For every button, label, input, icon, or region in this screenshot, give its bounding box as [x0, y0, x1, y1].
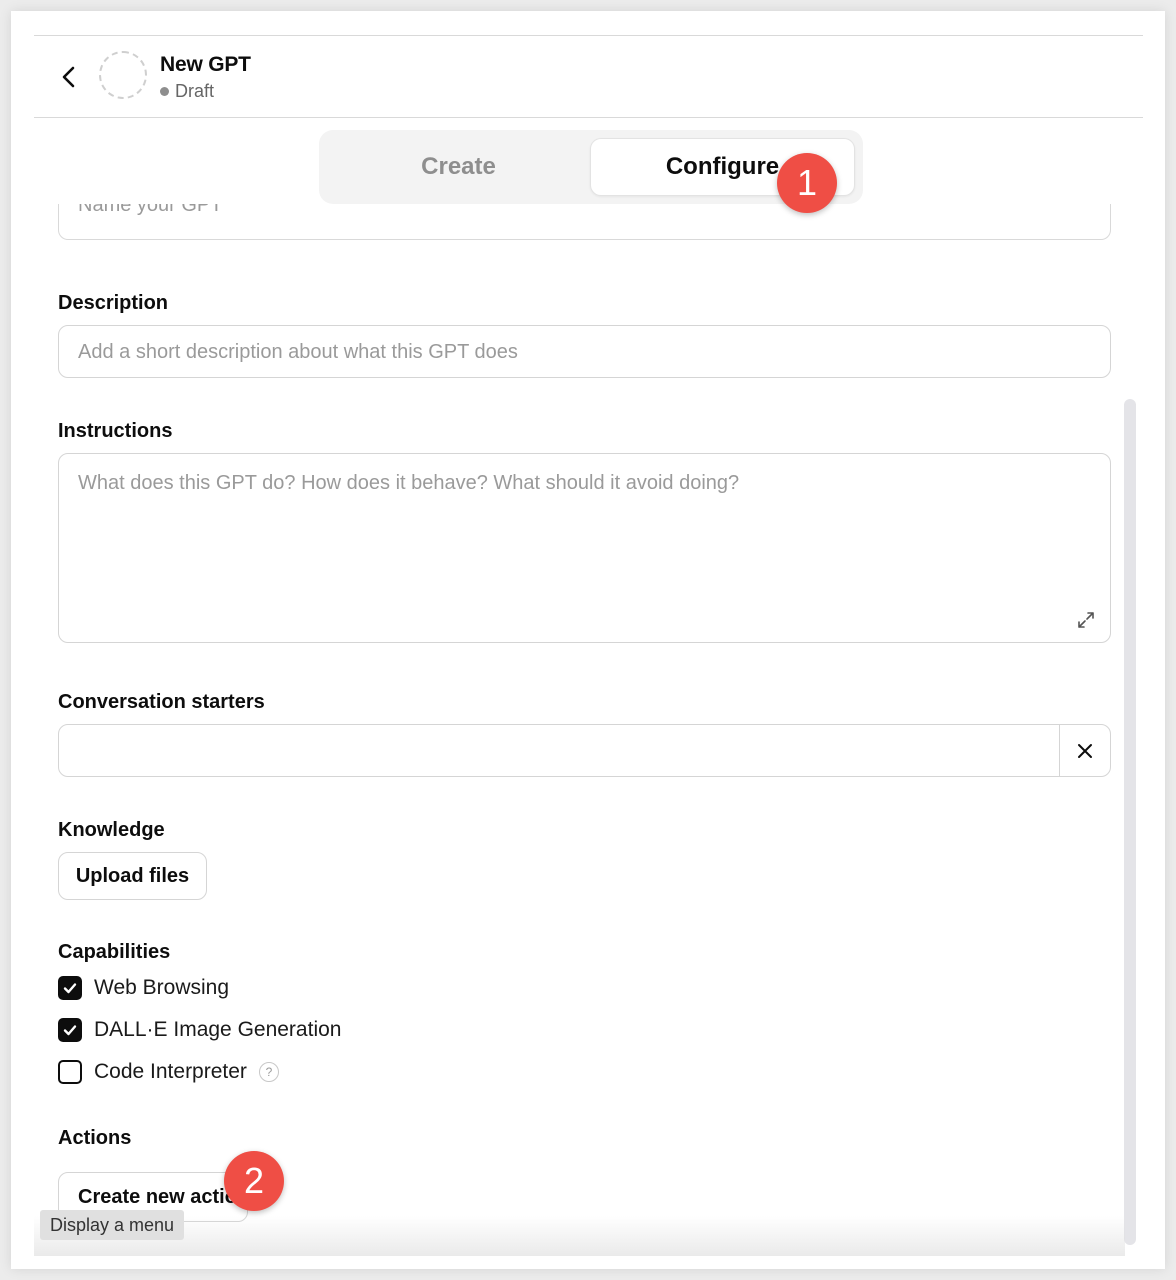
conversation-starters-label: Conversation starters — [58, 691, 265, 713]
tab-create[interactable]: Create — [327, 138, 590, 196]
gpt-avatar-placeholder[interactable] — [99, 51, 147, 99]
conversation-starter-input[interactable] — [58, 724, 1111, 777]
name-input[interactable]: Name your GPT — [58, 204, 1111, 240]
gpt-title: New GPT — [160, 53, 251, 76]
annotation-badge-2: 2 — [224, 1151, 284, 1211]
instructions-textarea[interactable]: What does this GPT do? How does it behav… — [58, 453, 1111, 643]
code-interpreter-label: Code Interpreter — [94, 1060, 247, 1083]
expand-icon[interactable] — [1076, 610, 1096, 630]
capability-dalle: DALL·E Image Generation — [58, 1018, 341, 1042]
chevron-left-icon — [62, 66, 75, 88]
checkmark-icon — [63, 1025, 77, 1036]
capabilities-label: Capabilities — [58, 941, 171, 963]
capability-code-interpreter: Code Interpreter ? — [58, 1060, 279, 1084]
web-browsing-label: Web Browsing — [94, 976, 230, 999]
remove-starter-button[interactable] — [1059, 725, 1110, 776]
gpt-status: Draft — [160, 81, 214, 102]
web-browsing-checkbox[interactable] — [58, 976, 82, 1000]
name-placeholder: Name your GPT — [78, 204, 223, 216]
bottom-fade — [34, 1216, 1125, 1256]
code-interpreter-checkbox[interactable] — [58, 1060, 82, 1084]
header: New GPT Draft — [34, 36, 1143, 118]
knowledge-label: Knowledge — [58, 819, 165, 841]
scrollbar[interactable] — [1124, 399, 1136, 1245]
annotation-badge-1: 1 — [777, 153, 837, 213]
dalle-label: DALL·E Image Generation — [94, 1018, 342, 1041]
instructions-placeholder: What does this GPT do? How does it behav… — [78, 472, 740, 494]
capability-web-browsing: Web Browsing — [58, 976, 229, 1000]
tooltip: Display a menu — [40, 1210, 185, 1240]
help-icon[interactable]: ? — [258, 1062, 279, 1082]
instructions-label: Instructions — [58, 420, 173, 442]
description-input[interactable]: Add a short description about what this … — [58, 325, 1111, 378]
status-label: Draft — [175, 81, 215, 101]
status-dot-icon — [160, 87, 169, 96]
actions-label: Actions — [58, 1127, 132, 1149]
description-placeholder: Add a short description about what this … — [78, 341, 518, 363]
gpt-editor-window: New GPT Draft Create Configure 1 Name yo… — [11, 11, 1165, 1269]
description-label: Description — [58, 292, 169, 314]
close-icon — [1078, 743, 1092, 758]
dalle-checkbox[interactable] — [58, 1018, 82, 1042]
upload-files-button[interactable]: Upload files — [58, 852, 207, 900]
back-button[interactable] — [54, 62, 84, 92]
checkmark-icon — [63, 983, 77, 994]
configure-form: Name your GPT Description Add a short de… — [11, 204, 1165, 1257]
